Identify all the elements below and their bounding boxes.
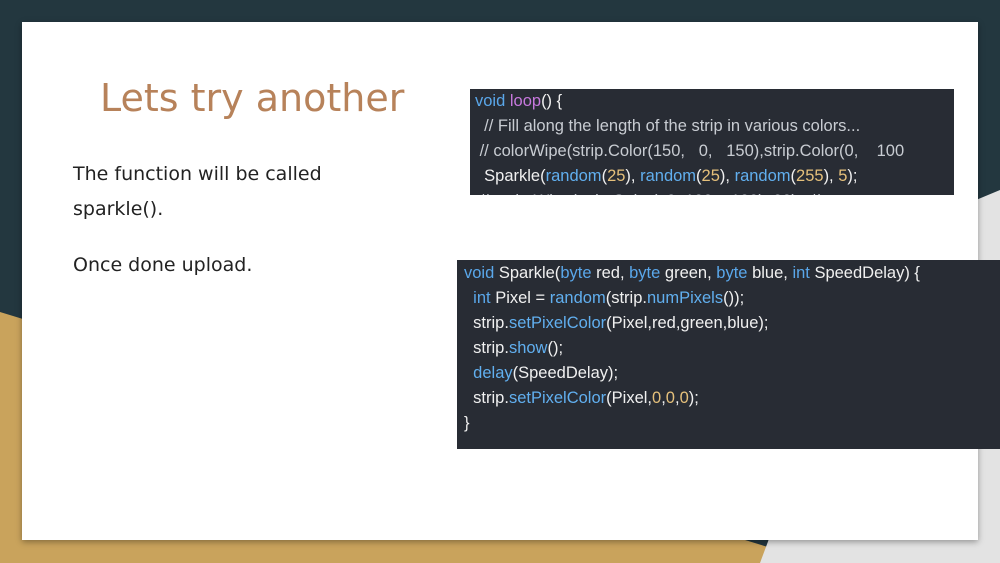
code-token: Pixel = [495, 289, 550, 307]
code-token: 0 [679, 389, 689, 407]
code-token: ), [625, 167, 641, 185]
code-token: ), [823, 167, 839, 185]
code-token: () { [541, 92, 563, 110]
code-token: random [734, 167, 791, 185]
code-snippet-sparkle: void Sparkle(byte red, byte green, byte … [457, 260, 1000, 449]
slide-title: Lets try another [100, 76, 405, 120]
code-token: random [549, 289, 606, 307]
code-token: numPixels [646, 289, 724, 307]
code-token: (strip. [605, 289, 647, 307]
code-token: ); [688, 389, 699, 407]
code-token: 255 [796, 167, 824, 185]
code-token: delay [473, 364, 513, 382]
code-token: strip. [464, 339, 509, 357]
code-token: random [545, 167, 602, 185]
code-line: void loop() { [475, 89, 954, 114]
code-token: (SpeedDelay); [512, 364, 619, 382]
code-line: strip.show(); [464, 336, 1000, 361]
code-line: strip.setPixelColor(Pixel,0,0,0); [464, 386, 1000, 411]
code-line: strip.setPixelColor(Pixel,red,green,blue… [464, 311, 1000, 336]
code-token: setPixelColor [508, 314, 607, 332]
code-token: Sparkle( [475, 167, 546, 185]
code-token: SpeedDelay) { [814, 264, 920, 282]
code-token: random [640, 167, 697, 185]
code-token: byte [716, 264, 753, 282]
code-token: int [473, 289, 496, 307]
code-token: Sparkle( [498, 264, 561, 282]
code-token: (Pixel,red,green,blue); [606, 314, 769, 332]
code-token: void [464, 264, 499, 282]
code-token: // Fill along the length of the strip in… [475, 117, 861, 135]
code-token: 0 [665, 389, 675, 407]
code-token: 0 [652, 389, 662, 407]
code-token: byte [560, 264, 597, 282]
code-token: show [508, 339, 548, 357]
code-token: red, [596, 264, 630, 282]
code-line: // colorWipe(strip.Color(150, 0, 150),st… [475, 139, 954, 164]
code-token: 25 [607, 167, 626, 185]
code-token: // colorWipe(strip.Color(150, 0, 150),st… [475, 142, 905, 160]
code-token: (); [547, 339, 564, 357]
code-token: int [792, 264, 815, 282]
code-line: void Sparkle(byte red, byte green, byte … [464, 261, 1000, 286]
code-line: int Pixel = random(strip.numPixels()); [464, 286, 1000, 311]
code-token: ), [719, 167, 735, 185]
code-token: 25 [701, 167, 720, 185]
code-token: setPixelColor [508, 389, 607, 407]
body-paragraph-function: The function will be called sparkle(). [73, 163, 322, 220]
code-snippet-loop: void loop() { // Fill along the length o… [470, 89, 954, 195]
code-line: delay(SpeedDelay); [464, 361, 1000, 386]
code-line: } [464, 411, 1000, 436]
code-token: blue, [752, 264, 793, 282]
code-token: green, [664, 264, 717, 282]
code-token: byte [629, 264, 665, 282]
code-token: (Pixel, [606, 389, 652, 407]
code-token: void [475, 92, 510, 110]
code-token: loop [509, 92, 542, 110]
code-token: ()); [723, 289, 745, 307]
code-line: // colorWipe(strip.Color( 0, 100, 100), … [475, 189, 954, 195]
code-line: Sparkle(random(25), random(25), random(2… [475, 164, 954, 189]
body-paragraph-upload: Once done upload. [73, 254, 253, 276]
code-token: } [464, 414, 470, 432]
code-token: ); [847, 167, 858, 185]
code-token: // colorWipe(strip.Color( 0, 100, 100), … [475, 192, 820, 195]
code-token: strip. [464, 389, 509, 407]
code-token: strip. [464, 314, 509, 332]
code-line: // Fill along the length of the strip in… [475, 114, 954, 139]
